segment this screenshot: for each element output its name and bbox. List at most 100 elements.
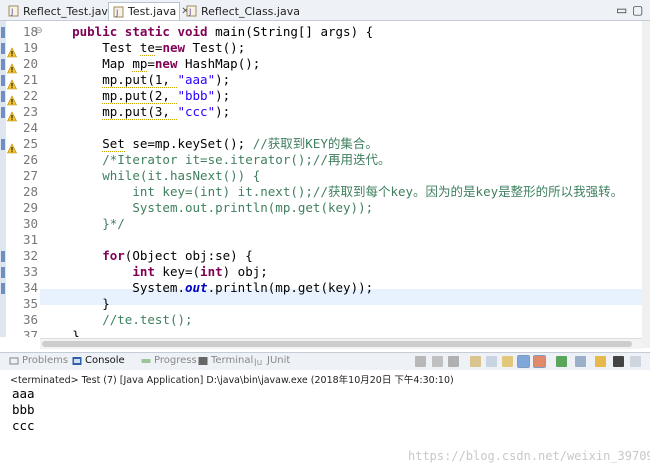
code-token: ) obj;: [222, 264, 268, 279]
line-number: 23: [22, 104, 38, 119]
show-stderr-icon[interactable]: [533, 355, 546, 368]
code-token: out: [185, 280, 208, 295]
code-line[interactable]: mp.put(1, "aaa");: [42, 72, 642, 88]
code-line[interactable]: public static void main(String[] args) {: [42, 24, 642, 40]
word-wrap-icon[interactable]: [502, 356, 513, 367]
pin-console-icon[interactable]: [556, 356, 567, 367]
warning-icon[interactable]: [7, 75, 17, 90]
line-number: 26: [22, 152, 38, 167]
tab-label: Reflect_Class.java: [201, 4, 300, 18]
warning-icon[interactable]: [7, 43, 17, 58]
tab-console[interactable]: Console: [72, 355, 125, 366]
tab-progress[interactable]: Progress: [141, 355, 197, 366]
remove-all-icon[interactable]: [448, 356, 459, 367]
terminal-icon: [198, 356, 208, 366]
tab-junit[interactable]: Ju JUnit: [253, 355, 291, 368]
code-token: =: [147, 56, 155, 71]
code-line[interactable]: //te.test();: [42, 312, 642, 328]
tab-terminal[interactable]: Terminal: [198, 355, 253, 366]
code-line[interactable]: Map mp=new HashMap();: [42, 56, 642, 72]
code-line[interactable]: int key=(int) obj;: [42, 264, 642, 280]
code-token: Test();: [185, 40, 246, 55]
scroll-lock-icon[interactable]: [486, 356, 497, 367]
view-menu-icon[interactable]: [613, 356, 624, 367]
code-token: se=mp.keySet();: [124, 136, 253, 151]
line-number: 24: [22, 120, 38, 135]
code-token: te: [139, 40, 155, 56]
code-line[interactable]: Test te=new Test();: [42, 40, 642, 56]
change-marker: [1, 267, 5, 278]
code-token: mp.put(2,: [102, 88, 178, 104]
code-token: main(String[] args) {: [207, 24, 374, 39]
code-line[interactable]: System.out.println(mp.get(key));: [42, 280, 642, 296]
tab-reflect-class[interactable]: J Reflect_Class.java: [182, 2, 300, 20]
code-token: "bbb": [177, 88, 216, 103]
warning-icon[interactable]: [7, 59, 17, 74]
warning-icon[interactable]: [7, 139, 17, 154]
change-marker: [1, 107, 5, 118]
code-token: mp: [132, 56, 148, 72]
show-stdout-icon[interactable]: [517, 355, 530, 368]
code-line[interactable]: Set se=mp.keySet(); //获取到KEY的集合。: [42, 136, 642, 152]
change-marker: [1, 251, 5, 262]
code-line[interactable]: mp.put(3, "ccc");: [42, 104, 642, 120]
warning-icon[interactable]: [7, 91, 17, 106]
code-line[interactable]: }: [42, 296, 642, 312]
change-marker: [1, 27, 5, 38]
vertical-scrollbar[interactable]: [642, 21, 650, 348]
code-line[interactable]: while(it.hasNext()) {: [42, 168, 642, 184]
line-number: 28: [22, 184, 38, 199]
java-file-icon: J: [113, 6, 124, 18]
line-number: 29: [22, 200, 38, 215]
code-line[interactable]: }: [42, 328, 642, 337]
line-number: 37: [22, 328, 38, 337]
code-token: "aaa": [177, 72, 216, 87]
minimize-view-icon[interactable]: [630, 356, 641, 367]
warning-icon[interactable]: [7, 107, 17, 122]
console-icon: [72, 356, 82, 366]
clear-console-icon[interactable]: [470, 356, 481, 367]
display-console-icon[interactable]: [575, 356, 586, 367]
code-editor[interactable]: 18 ⊖ 19 20 21 22 23 24 25 26 27 28 29 30 31 32 33 34 35 36 3…: [0, 21, 650, 337]
remove-launch-icon[interactable]: [432, 356, 443, 367]
svg-text:J: J: [115, 8, 118, 17]
code-token: int: [132, 264, 155, 279]
maximize-icon[interactable]: ▢: [632, 3, 643, 17]
code-token: /*Iterator it=se.iterator();//再用迭代。: [102, 152, 391, 167]
change-marker: [1, 59, 5, 70]
minimize-icon[interactable]: ▭: [616, 3, 627, 17]
tab-problems[interactable]: Problems: [9, 355, 68, 366]
terminate-icon[interactable]: [415, 356, 426, 367]
tab-label: Test.java: [128, 5, 177, 18]
code-token: new: [162, 40, 186, 55]
scrollbar-thumb[interactable]: [42, 341, 632, 347]
line-number: 33: [22, 264, 38, 279]
code-line[interactable]: for(Object obj:se) {: [42, 248, 642, 264]
code-line[interactable]: mp.put(2, "bbb");: [42, 88, 642, 104]
change-marker: [1, 43, 5, 54]
editor-tab-bar: J Reflect_Test.java J Test.java ✕ J Refl…: [0, 0, 650, 21]
code-line[interactable]: System.out.println(mp.get(key));: [42, 200, 642, 216]
watermark: https://blog.csdn.net/weixin_39709335: [408, 449, 650, 463]
change-marker: [1, 75, 5, 86]
tab-label: Console: [85, 355, 125, 366]
line-number: 27: [22, 168, 38, 183]
tab-label: JUnit: [267, 355, 291, 366]
horizontal-scrollbar[interactable]: [40, 338, 642, 349]
line-number: 25: [22, 136, 38, 151]
tab-label: Terminal: [211, 355, 254, 366]
code-line[interactable]: int key=(int) it.next();//获取到每个key。因为的是k…: [42, 184, 642, 200]
tab-test-java[interactable]: J Test.java ✕: [108, 2, 190, 20]
code-line[interactable]: }*/: [42, 216, 642, 232]
code-token: );: [215, 104, 231, 119]
open-console-icon[interactable]: [595, 356, 606, 367]
code-line[interactable]: /*Iterator it=se.iterator();//再用迭代。: [42, 152, 642, 168]
tab-reflect-test[interactable]: J Reflect_Test.java: [4, 2, 115, 20]
